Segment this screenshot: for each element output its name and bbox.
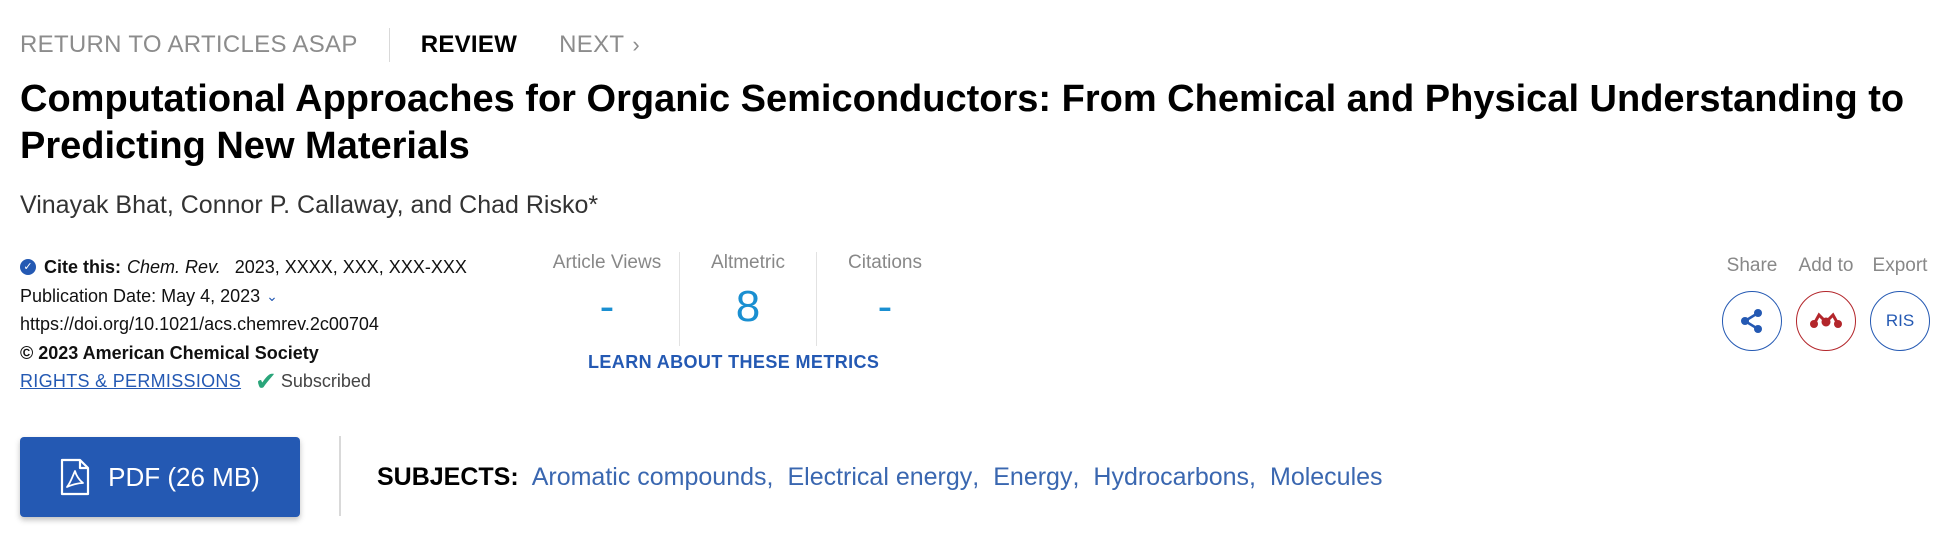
- nav-divider: [388, 28, 390, 62]
- journal-name: Chem. Rev.: [127, 257, 221, 277]
- mendeley-button[interactable]: [1796, 291, 1856, 351]
- chevron-right-icon: ›: [632, 32, 641, 57]
- subject-link[interactable]: Hydrocarbons: [1093, 463, 1249, 492]
- metric-altmetric[interactable]: Altmetric 8: [679, 252, 816, 346]
- addto-action: Add to: [1789, 255, 1863, 351]
- citation-details: 2023, XXXX, XXX, XXX-XXX: [234, 257, 467, 277]
- metric-label: Altmetric: [711, 252, 785, 273]
- export-ris-button[interactable]: RIS: [1870, 291, 1930, 351]
- subscribed-status: ✔ Subscribed: [255, 367, 371, 396]
- checkmark-icon: ✔: [255, 366, 277, 397]
- mendeley-icon: [1810, 312, 1842, 328]
- share-button[interactable]: [1722, 291, 1782, 351]
- learn-metrics-link[interactable]: LEARN ABOUT THESE METRICS: [588, 352, 879, 373]
- metric-citations: Citations -: [816, 252, 953, 346]
- article-nav: RETURN TO ARTICLES ASAP REVIEW NEXT ›: [20, 28, 640, 62]
- pdf-label: PDF (26 MB): [108, 461, 260, 492]
- metric-label: Citations: [848, 252, 922, 273]
- article-authors[interactable]: Vinayak Bhat, Connor P. Callaway, and Ch…: [20, 191, 598, 220]
- cite-line: ✓ Cite this: Chem. Rev. 2023, XXXX, XXX,…: [20, 253, 467, 282]
- publication-date: Publication Date: May 4, 2023: [20, 285, 261, 306]
- metric-value: 8: [735, 282, 761, 331]
- subjects-list: SUBJECTS: Aromatic compounds, Electrical…: [377, 463, 1383, 492]
- subject-link[interactable]: Molecules: [1270, 463, 1383, 492]
- subscribed-label: Subscribed: [280, 371, 371, 391]
- rights-permissions-link[interactable]: RIGHTS & PERMISSIONS: [20, 367, 241, 396]
- next-article-link[interactable]: NEXT ›: [559, 31, 640, 59]
- return-to-articles-link[interactable]: RETURN TO ARTICLES ASAP: [20, 31, 358, 59]
- addto-label: Add to: [1798, 255, 1854, 276]
- subject-link[interactable]: Electrical energy: [787, 463, 972, 492]
- next-label: NEXT: [559, 31, 625, 58]
- section-label: REVIEW: [420, 31, 518, 58]
- export-label: Export: [1872, 255, 1928, 276]
- export-action: Export RIS: [1863, 255, 1937, 351]
- share-label: Share: [1726, 255, 1778, 276]
- article-title: Computational Approaches for Organic Sem…: [20, 78, 1905, 167]
- metric-value: -: [877, 282, 893, 331]
- chevron-down-icon: ⌄: [266, 287, 278, 304]
- copyright: © 2023 American Chemical Society: [20, 342, 319, 363]
- pdf-file-icon: [60, 458, 90, 496]
- share-action: Share: [1715, 255, 1789, 351]
- metric-article-views: Article Views -: [535, 252, 679, 346]
- metric-value: -: [599, 282, 615, 331]
- subject-link[interactable]: Energy: [993, 463, 1072, 492]
- check-circle-icon: ✓: [20, 259, 36, 276]
- metric-label: Article Views: [552, 252, 662, 273]
- share-icon: [1741, 309, 1762, 333]
- subject-link[interactable]: Aromatic compounds: [532, 463, 767, 492]
- doi-link[interactable]: https://doi.org/10.1021/acs.chemrev.2c00…: [20, 310, 467, 339]
- article-metrics: Article Views - Altmetric 8 Citations -: [535, 252, 953, 346]
- cite-label: Cite this:: [44, 257, 122, 277]
- subjects-label: SUBJECTS:: [377, 463, 519, 491]
- citation-block: ✓ Cite this: Chem. Rev. 2023, XXXX, XXX,…: [20, 253, 467, 396]
- publication-date-toggle[interactable]: Publication Date: May 4, 2023 ⌄: [20, 282, 467, 311]
- pdf-download-button[interactable]: PDF (26 MB): [20, 437, 300, 517]
- article-actions: Share Add to Export RIS: [1715, 255, 1937, 351]
- divider: [339, 436, 341, 516]
